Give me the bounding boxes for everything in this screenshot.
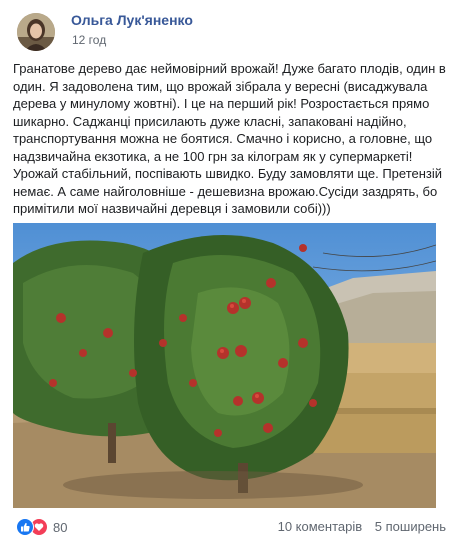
post-text-line: надзвичайна екзотика, а не 100 грн за кі…: [13, 148, 413, 164]
post-stats: 10 коментарів 5 поширень: [278, 519, 446, 534]
post-photo[interactable]: [13, 223, 436, 508]
avatar-photo: [17, 13, 55, 51]
post-text-line: шикарно. Саджанці присилають дуже класні…: [13, 113, 407, 129]
post-timestamp[interactable]: 12 год: [72, 33, 106, 47]
post-text-line: транспортування можна не боятися. Смачно…: [13, 131, 433, 146]
comments-count[interactable]: 10 коментарів: [278, 519, 363, 534]
post-text-line: Гранатове дерево дає неймовірний врожай!…: [13, 61, 446, 76]
reaction-count: 80: [53, 519, 68, 535]
post-text-line: дерева у минулому жовтні). І це на перши…: [13, 96, 430, 111]
shares-count[interactable]: 5 поширень: [375, 519, 446, 534]
author-name[interactable]: Ольга Лук'яненко: [71, 12, 193, 28]
like-icon: [16, 518, 34, 536]
post-text-line: примітили мої назвичайні деревця і замов…: [13, 201, 331, 216]
post-text-line: Урожай стабільний, поспівають швидко. Бу…: [13, 166, 443, 181]
avatar[interactable]: [17, 13, 55, 51]
post-text-line: немає. А саме найголовніше - дешевизна в…: [13, 183, 438, 199]
post-text: Гранатове дерево дає неймовірний врожай!…: [13, 60, 446, 218]
reactions-summary[interactable]: 80: [16, 518, 67, 536]
post-text-line: один. Я задоволена тим, що врожай зібрал…: [13, 78, 428, 94]
